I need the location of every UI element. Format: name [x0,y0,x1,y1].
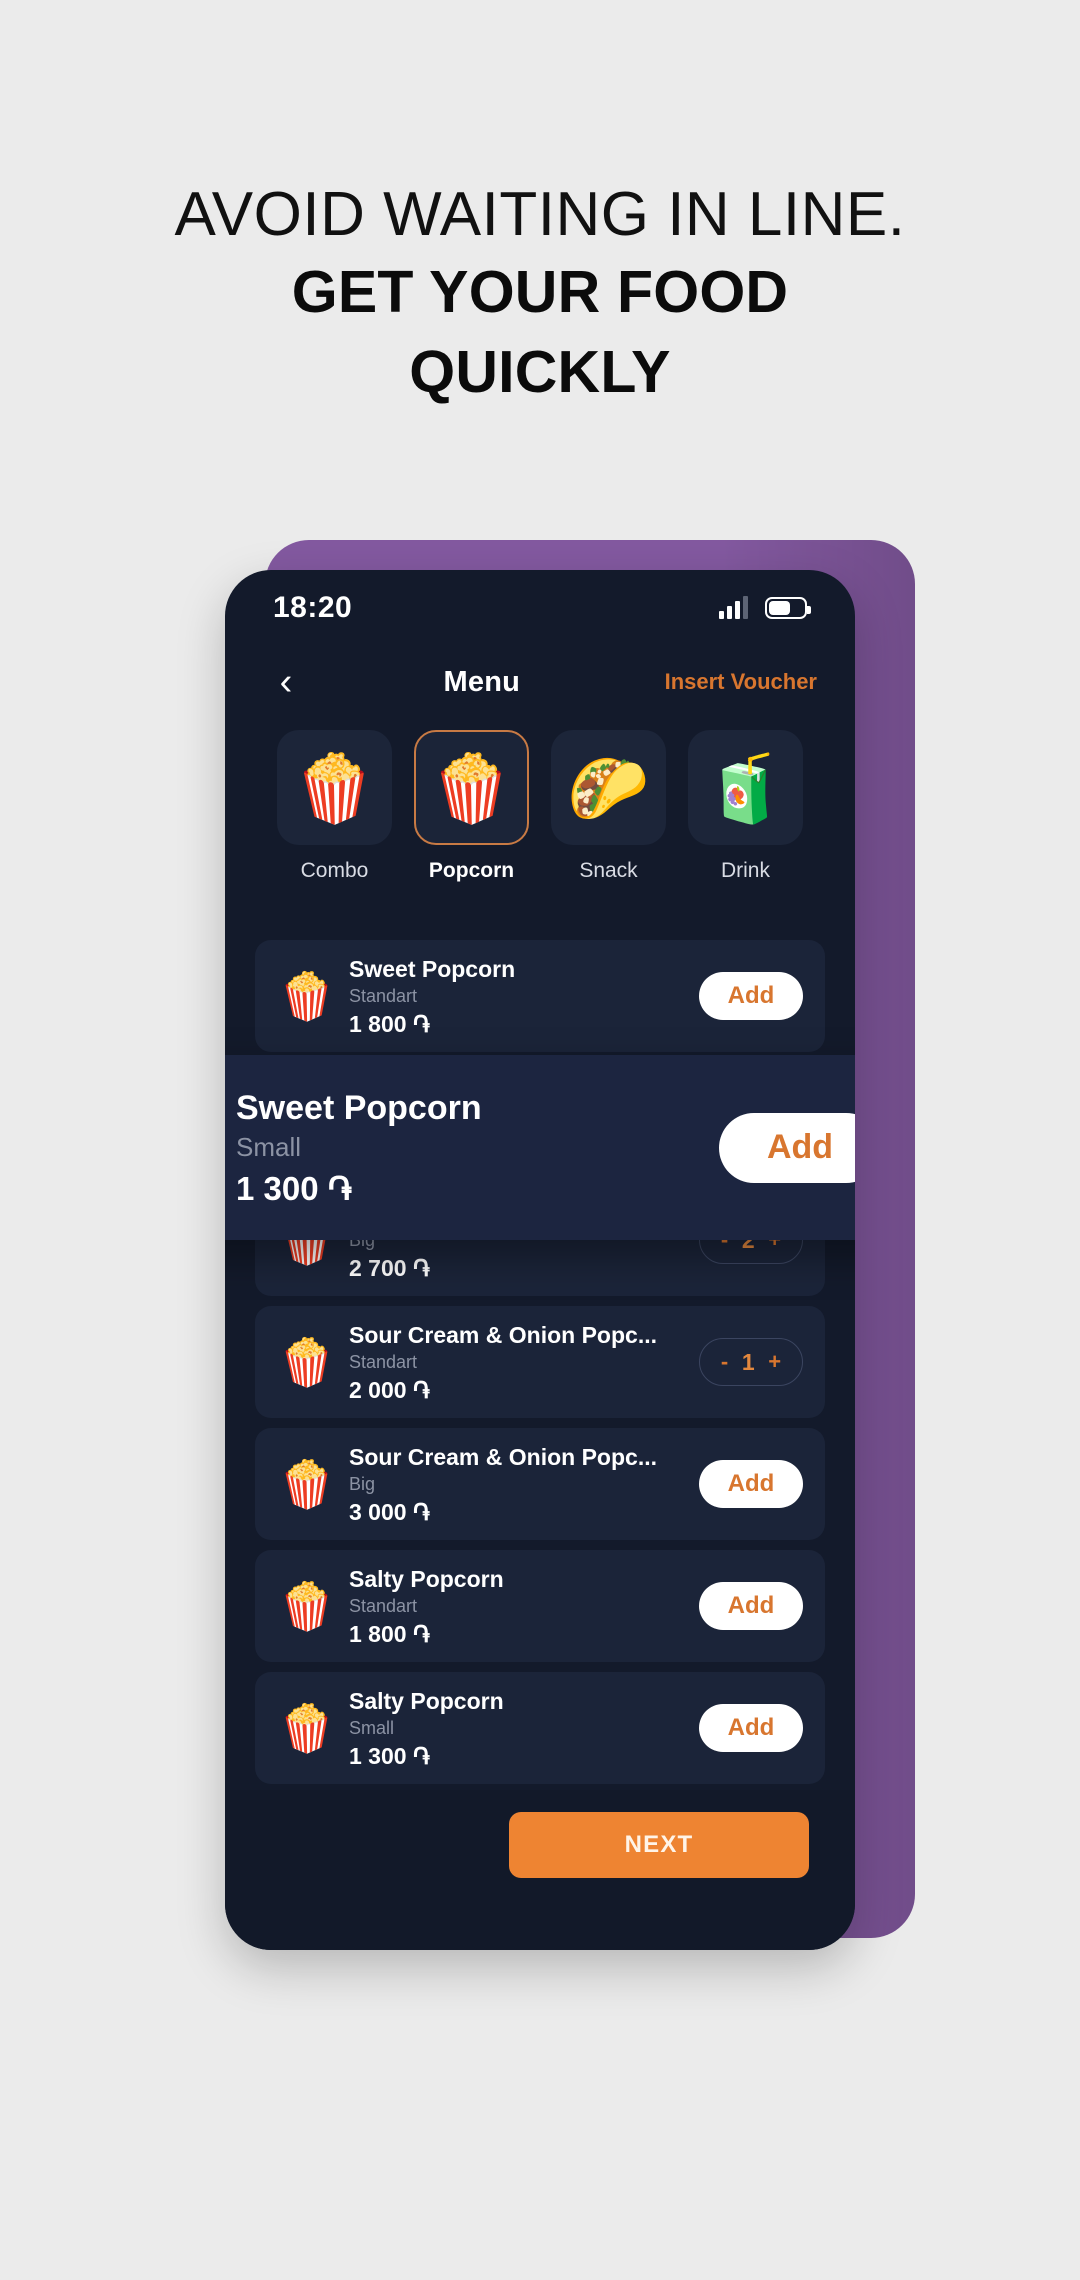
menu-item-title: Salty Popcorn [349,1565,504,1592]
menu-item-row[interactable]: 🍿 Sour Cream & Onion Popc... Standart 2 000… [255,1306,825,1418]
popcorn-icon: 🍿 [278,1336,336,1388]
menu-item-title: Sour Cream & Onion Popc... [349,1321,657,1348]
popcorn-icon: 🍿 [278,970,336,1022]
category-tile[interactable]: 🍿 [414,730,529,845]
category-tile[interactable]: 🍿 [277,730,392,845]
highlighted-item-info: Sweet Popcorn Small 1 300 ֏ [225,1086,719,1210]
menu-item-size: Standart [349,1351,418,1372]
phone-mockup: 18:20 ‹ Menu Insert Voucher 🍿 Combo 🍿 Popco… [225,540,915,1970]
menu-item-size: Small [349,1717,395,1738]
status-icons [719,596,811,619]
category-tabs: 🍿 Combo 🍿 Popcorn 🌮 Snack 🧃 Drink [225,730,855,883]
stepper-quantity: 1 [741,1348,755,1375]
menu-item-price: 2 700 ֏ [349,1254,430,1281]
popcorn-icon: 🍿 [278,1458,336,1510]
insert-voucher-button[interactable]: Insert Voucher [665,669,817,695]
popcorn-icon: 🍿 [278,1702,336,1754]
menu-item-title: Salty Popcorn [349,1687,504,1714]
highlighted-item-title: Sweet Popcorn [236,1088,482,1127]
category-tab-label: Drink [720,859,770,882]
battery-icon [765,597,811,619]
status-bar: 18:20 [225,570,855,646]
category-tab-combo[interactable]: 🍿 Combo [277,730,392,883]
stepper-decrement-button[interactable]: - [721,1349,728,1375]
menu-item-size: Big [349,1473,376,1494]
menu-item-price: 2 000 ֏ [349,1376,430,1403]
highlighted-add-button[interactable]: Add [719,1112,855,1183]
category-tab-drink[interactable]: 🧃 Drink [688,730,803,883]
app-header: ‹ Menu Insert Voucher [225,648,855,716]
add-button[interactable]: Add [699,1582,803,1630]
menu-item-size: Standart [349,985,418,1006]
headline-line-2: GET YOUR FOOD [291,259,789,325]
add-button[interactable]: Add [699,1704,803,1752]
menu-item-title: Sweet Popcorn [349,955,516,982]
menu-item-price: 1 300 ֏ [349,1742,430,1769]
phone-screen: 18:20 ‹ Menu Insert Voucher 🍿 Combo 🍿 Popco… [225,570,855,1950]
popcorn-icon: 🍿 [278,1580,336,1632]
menu-item-title: Sour Cream & Onion Popc... [349,1443,657,1470]
category-tab-popcorn[interactable]: 🍿 Popcorn [414,730,529,883]
menu-item-info: Salty Popcorn Small 1 300 ֏ [341,1687,699,1770]
menu-item-row[interactable]: 🍿 Sour Cream & Onion Popc... Big 3 000 ֏ Add [255,1428,825,1540]
menu-item-info: Sweet Popcorn Standart 1 800 ֏ [341,955,699,1038]
menu-item-row[interactable]: 🍿 Sweet Popcorn Standart 1 800 ֏ Add [255,940,825,1052]
highlighted-item-price: 1 300 ֏ [236,1169,353,1207]
category-tab-label: Combo [300,859,369,882]
menu-item-info: Sour Cream & Onion Popc... Big 3 000 ֏ [341,1443,699,1526]
next-button[interactable]: NEXT [509,1812,809,1878]
category-tab-label: Popcorn [428,859,515,882]
highlighted-item-size: Small [236,1131,302,1162]
status-time: 18:20 [273,591,353,624]
headline-line-3: QUICKLY [409,339,671,405]
add-button[interactable]: Add [699,972,803,1020]
bottom-action-bar: NEXT [225,1790,855,1950]
combo-icon: 🍿 [293,750,376,825]
signal-bars-icon [719,596,748,619]
headline-block: AVOID WAITING IN LINE. GET YOUR FOOD QUI… [0,178,1080,412]
snack-icon: 🌮 [567,750,650,825]
menu-item-row[interactable]: 🍿 Salty Popcorn Standart 1 800 ֏ Add [255,1550,825,1662]
drink-icon: 🧃 [704,750,787,825]
page-title: Menu [443,665,521,698]
poster-page: AVOID WAITING IN LINE. GET YOUR FOOD QUI… [0,0,1080,2280]
category-tile[interactable]: 🧃 [688,730,803,845]
menu-item-info: Sour Cream & Onion Popc... Standart 2 000 … [341,1321,699,1404]
menu-item-row[interactable]: 🍿 Salty Popcorn Small 1 300 ֏ Add [255,1672,825,1784]
menu-item-price: 1 800 ֏ [349,1620,430,1647]
quantity-stepper[interactable]: -1 + [699,1338,803,1386]
category-tab-label: Snack [579,859,638,882]
highlighted-item-card[interactable]: 🍿 Sweet Popcorn Small 1 300 ֏ Add [225,1055,855,1240]
stepper-increment-button[interactable]: + [768,1349,781,1375]
menu-item-size: Standart [349,1595,418,1616]
add-button[interactable]: Add [699,1460,803,1508]
category-tab-snack[interactable]: 🌮 Snack [551,730,666,883]
popcorn-icon: 🍿 [430,750,513,825]
menu-item-info: Salty Popcorn Standart 1 800 ֏ [341,1565,699,1648]
headline-line-1: AVOID WAITING IN LINE. [174,180,906,249]
menu-item-price: 1 800 ֏ [349,1010,430,1037]
category-tile[interactable]: 🌮 [551,730,666,845]
menu-item-price: 3 000 ֏ [349,1498,430,1525]
